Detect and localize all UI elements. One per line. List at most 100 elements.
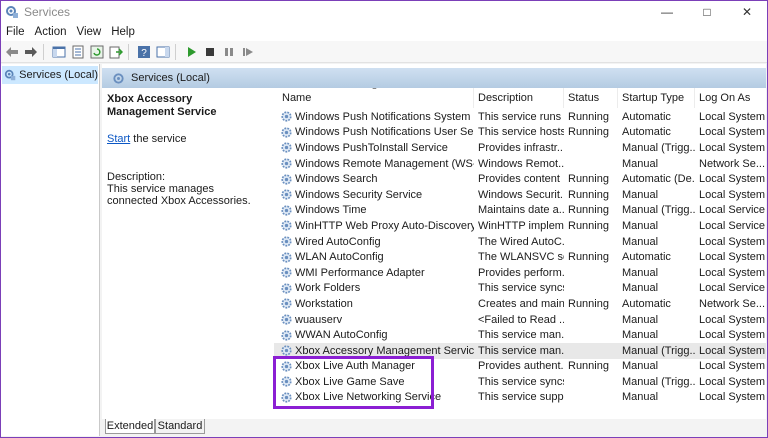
service-startup-type: Manual (Trigg... — [622, 204, 695, 217]
refresh-button[interactable] — [89, 44, 105, 60]
column-header-description[interactable]: Description — [474, 88, 564, 108]
service-startup-type: Manual — [622, 360, 659, 373]
pane-header-label: Services (Local) — [131, 72, 210, 84]
service-name: WMI Performance Adapter — [295, 266, 425, 279]
service-name: Windows Remote Management (WS-M... — [295, 157, 474, 170]
service-status: Running — [568, 110, 609, 123]
service-log-on-as: Local System — [699, 110, 766, 123]
column-header-status-label: Status — [568, 92, 600, 104]
service-row[interactable]: Windows Push Notifications User Servic..… — [274, 125, 766, 141]
service-name-cell: Windows Time — [274, 204, 474, 217]
service-log-on-as: Local System — [699, 235, 766, 248]
service-name: Work Folders — [295, 282, 361, 295]
service-startup-type: Manual — [622, 282, 659, 295]
service-startup-type: Manual (Trigg... — [622, 375, 695, 388]
service-row[interactable]: WWAN AutoConfig This service man... Manual… — [274, 327, 766, 343]
service-log-on-as: Local System — [699, 141, 766, 154]
services-pane: Services (Local) Xbox Accessory Manageme… — [102, 64, 766, 419]
service-log-on-as: Network Se... — [699, 157, 766, 170]
pane-header: Services (Local) — [102, 68, 766, 88]
restart-service-button[interactable] — [240, 44, 256, 60]
service-gear-icon — [281, 330, 292, 341]
action-pane-icon — [156, 46, 170, 57]
column-header-name[interactable]: Name ▲ — [274, 88, 474, 108]
forward-button[interactable] — [23, 44, 39, 60]
service-description: Creates and main... — [478, 297, 564, 310]
properties-button[interactable] — [70, 44, 86, 60]
show-hide-console-tree-button[interactable] — [51, 44, 67, 60]
column-headers: Name ▲ Description Status Startup Type Lo… — [274, 88, 766, 108]
service-name: Wired AutoConfig — [295, 235, 381, 248]
start-service-button[interactable] — [183, 44, 199, 60]
menu-file[interactable]: File — [1, 26, 30, 38]
service-row[interactable]: Windows Search Provides content ... Runnin… — [274, 171, 766, 187]
service-gear-icon — [281, 252, 292, 263]
service-name-cell: Windows Security Service — [274, 188, 474, 201]
service-log-on-as: Local Service — [699, 204, 766, 217]
export-list-button[interactable] — [108, 44, 124, 60]
service-log-on-as: Local System — [699, 344, 766, 357]
service-row[interactable]: Windows Push Notifications System Ser...… — [274, 109, 766, 125]
maximize-button[interactable]: □ — [687, 1, 727, 23]
action-pane-button[interactable] — [155, 44, 171, 60]
tree-item-services-local[interactable]: Services (Local) — [2, 66, 98, 84]
service-log-on-as: Network Se... — [699, 297, 766, 310]
pause-service-button[interactable] — [221, 44, 237, 60]
service-row[interactable]: Workstation Creates and main... Running Aut… — [274, 296, 766, 312]
service-row[interactable]: Windows Security Service Windows Securit.… — [274, 187, 766, 203]
help-button[interactable]: ? — [136, 44, 152, 60]
service-log-on-as: Local System — [699, 375, 766, 388]
menu-action[interactable]: Action — [30, 26, 72, 38]
service-startup-type: Manual — [622, 391, 659, 404]
help-icon: ? — [138, 45, 150, 59]
service-row[interactable]: Windows Time Maintains date a... Running Ma… — [274, 203, 766, 219]
service-log-on-as: Local System — [699, 329, 766, 342]
service-log-on-as: Local System — [699, 391, 766, 404]
service-row[interactable]: Windows Remote Management (WS-M... Window… — [274, 156, 766, 172]
service-log-on-as: Local System — [699, 266, 766, 279]
stop-service-button[interactable] — [202, 44, 218, 60]
back-button[interactable] — [4, 44, 20, 60]
service-gear-icon — [281, 127, 292, 138]
highlight-box — [273, 356, 434, 409]
service-name: Windows Push Notifications System Ser... — [295, 110, 474, 123]
service-gear-icon — [281, 189, 292, 200]
column-header-status[interactable]: Status — [564, 88, 618, 108]
service-startup-type: Automatic — [622, 297, 671, 310]
minimize-button[interactable]: — — [647, 1, 687, 23]
service-gear-icon — [281, 267, 292, 278]
service-row[interactable]: wuauserv <Failed to Read ... Manual Local S… — [274, 312, 766, 328]
service-startup-type: Manual — [622, 235, 659, 248]
column-header-log-on-as[interactable]: Log On As — [695, 88, 766, 108]
service-description: <Failed to Read ... — [478, 313, 564, 326]
close-button[interactable]: ✕ — [727, 1, 767, 23]
service-startup-type: Automatic — [622, 126, 671, 139]
start-service-suffix: the service — [130, 133, 187, 145]
service-startup-type: Manual — [622, 219, 659, 232]
service-row[interactable]: Windows PushToInstall Service Provides in… — [274, 140, 766, 156]
tab-standard-label: Standard — [157, 420, 203, 432]
start-service-link[interactable]: Start — [107, 133, 130, 145]
menu-view[interactable]: View — [72, 26, 107, 38]
service-description: Provides content ... — [478, 173, 564, 186]
service-startup-type: Manual — [622, 157, 659, 170]
toolbar-separator — [128, 43, 129, 60]
service-gear-icon — [281, 158, 292, 169]
service-name: Windows Time — [295, 204, 367, 217]
column-header-description-label: Description — [478, 92, 534, 104]
service-row[interactable]: WinHTTP Web Proxy Auto-Discovery Se... Wi… — [274, 218, 766, 234]
column-header-startup-type[interactable]: Startup Type — [618, 88, 695, 108]
service-gear-icon — [281, 205, 292, 216]
console-tree: Services (Local) — [1, 64, 100, 436]
service-row[interactable]: WLAN AutoConfig The WLANSVC se... Running A… — [274, 249, 766, 265]
pause-icon — [225, 47, 233, 56]
service-row[interactable]: Work Folders This service syncs... Manual L… — [274, 281, 766, 297]
svg-text:?: ? — [141, 48, 147, 59]
tab-extended[interactable]: Extended — [105, 419, 155, 434]
menu-help[interactable]: Help — [106, 26, 140, 38]
service-row[interactable]: WMI Performance Adapter Provides perform.… — [274, 265, 766, 281]
column-header-name-label: Name — [282, 92, 312, 104]
service-row[interactable]: Wired AutoConfig The Wired AutoC... Manual… — [274, 234, 766, 250]
service-name-cell: Workstation — [274, 297, 474, 310]
tab-standard[interactable]: Standard — [155, 419, 205, 434]
